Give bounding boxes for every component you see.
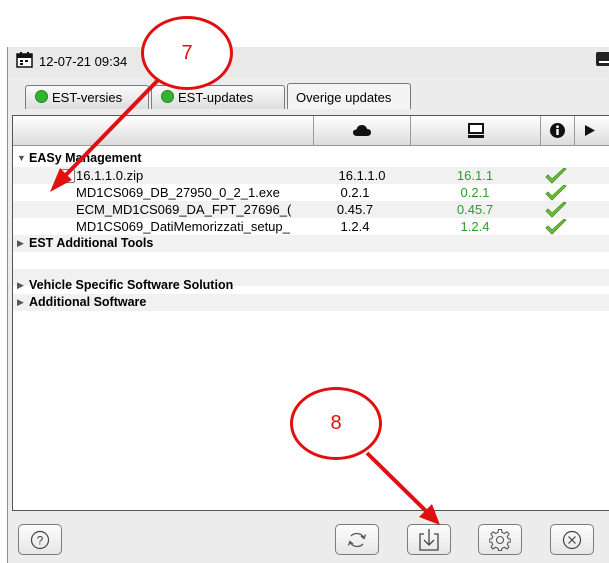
bottom-toolbar: ?: [8, 509, 608, 563]
check-icon: [545, 185, 567, 201]
tree-group-est-additional-tools[interactable]: ▶ EST Additional Tools: [13, 235, 609, 252]
tab-est-versies[interactable]: EST-versies: [25, 85, 149, 109]
collapsed-triangle-icon[interactable]: ▶: [17, 297, 24, 308]
timestamp: 12-07-21 09:34: [39, 54, 128, 69]
empty-row: [13, 252, 609, 269]
column-local-version[interactable]: [410, 116, 541, 145]
annotation-label-7: 7: [181, 42, 193, 64]
cloud-version: 1.2.4: [340, 219, 370, 234]
gear-icon: [489, 528, 511, 551]
check-icon: [545, 219, 567, 235]
collapsed-triangle-icon[interactable]: ▶: [17, 238, 24, 249]
tab-est-updates[interactable]: EST-updates: [151, 85, 285, 109]
table-header: [13, 116, 609, 146]
cloud-icon: [353, 125, 371, 136]
table-row[interactable]: MD1CS069_DatiMemorizzati_setup_ 1.2.4 1.…: [13, 218, 609, 235]
local-version: 1.2.4: [460, 219, 490, 234]
group-label: EASy Management: [29, 151, 142, 165]
calendar-icon: [16, 52, 33, 68]
file-name: 16.1.1.0.zip: [76, 168, 144, 183]
local-version: 16.1.1: [456, 168, 494, 183]
annotation-circle-7: 7: [141, 16, 233, 90]
minimize-button[interactable]: [596, 52, 609, 66]
file-name: MD1CS069_DatiMemorizzati_setup_: [76, 219, 290, 234]
local-version: 0.45.7: [456, 202, 494, 217]
close-icon: [562, 530, 582, 549]
file-checkbox[interactable]: [61, 169, 75, 183]
tab-overige-updates[interactable]: Overige updates: [287, 83, 411, 109]
settings-button[interactable]: [478, 524, 522, 555]
cloud-version: 0.2.1: [340, 185, 370, 200]
download-button[interactable]: [407, 524, 451, 555]
refresh-icon: [347, 532, 367, 547]
file-name: MD1CS069_DB_27950_0_2_1.exe: [76, 185, 280, 200]
download-icon: [419, 528, 439, 551]
table-row[interactable]: MD1CS069_DB_27950_0_2_1.exe 0.2.1 0.2.1: [13, 184, 609, 201]
group-label: Vehicle Specific Software Solution: [29, 278, 234, 292]
local-version: 0.2.1: [460, 185, 490, 200]
collapsed-triangle-icon[interactable]: ▶: [17, 280, 24, 291]
cloud-version: 0.45.7: [336, 202, 374, 217]
column-play[interactable]: [574, 116, 609, 145]
file-name: ECM_MD1CS069_DA_FPT_27696_(: [76, 202, 292, 217]
tab-label: Overige updates: [296, 90, 392, 105]
expanded-triangle-icon[interactable]: ▼: [17, 153, 26, 163]
table-row[interactable]: ECM_MD1CS069_DA_FPT_27696_( 0.45.7 0.45.…: [13, 201, 609, 218]
title-bar: 12-07-21 09:34: [8, 47, 609, 77]
column-info[interactable]: [540, 116, 575, 145]
help-button[interactable]: ?: [18, 524, 62, 555]
svg-text:?: ?: [37, 533, 44, 547]
refresh-button[interactable]: [335, 524, 379, 555]
play-icon: [585, 125, 595, 136]
annotation-circle-8: 8: [290, 387, 382, 460]
tab-label: EST-versies: [52, 90, 123, 105]
close-button[interactable]: [550, 524, 594, 555]
annotation-label-8: 8: [330, 412, 342, 434]
tree-group-vehicle-specific[interactable]: ▶ Vehicle Specific Software Solution: [13, 277, 609, 294]
status-dot-icon: [161, 90, 174, 103]
info-icon: [550, 123, 565, 138]
computer-icon: [468, 123, 484, 138]
column-cloud-version[interactable]: [313, 116, 411, 145]
group-label: EST Additional Tools: [29, 236, 154, 250]
table-row[interactable]: 16.1.1.0.zip 16.1.1.0 16.1.1: [13, 167, 609, 184]
group-label: Additional Software: [29, 295, 147, 309]
check-icon: [545, 202, 567, 218]
help-icon: ?: [30, 530, 50, 549]
tree-group-additional-software[interactable]: ▶ Additional Software: [13, 294, 609, 311]
check-icon: [545, 168, 567, 184]
update-window: 12-07-21 09:34 EST-versies EST-updates O…: [7, 47, 609, 563]
cloud-version: 16.1.1.0: [338, 168, 386, 183]
tree-group-easy-management[interactable]: ▼ EASy Management: [13, 150, 609, 167]
status-dot-icon: [35, 90, 48, 103]
tab-label: EST-updates: [178, 90, 254, 105]
